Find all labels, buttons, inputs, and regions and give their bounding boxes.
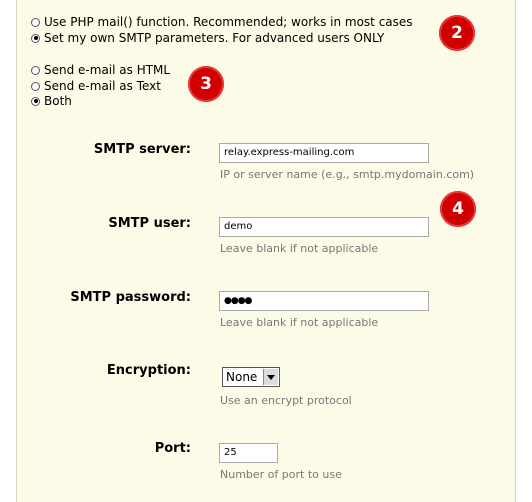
port-label: Port: xyxy=(154,441,191,456)
step-badge-2: 2 xyxy=(439,15,475,51)
php-mail-option[interactable]: Use PHP mail() function. Recommended; wo… xyxy=(31,14,413,30)
smtp-server-input[interactable]: relay.express-mailing.com xyxy=(219,143,429,163)
encryption-label: Encryption: xyxy=(106,363,191,378)
port-hint: Number of port to use xyxy=(220,468,342,481)
text-label: Send e-mail as Text xyxy=(44,79,161,93)
encryption-select[interactable]: None xyxy=(222,367,280,387)
php-mail-label: Use PHP mail() function. Recommended; wo… xyxy=(44,15,413,29)
chevron-down-icon[interactable] xyxy=(263,369,278,385)
both-radio[interactable] xyxy=(31,96,40,106)
smtp-label: Set my own SMTP parameters. For advanced… xyxy=(44,31,385,45)
html-option[interactable]: Send e-mail as HTML xyxy=(31,62,170,78)
smtp-option[interactable]: Set my own SMTP parameters. For advanced… xyxy=(31,30,384,46)
smtp-password-hint: Leave blank if not applicable xyxy=(220,316,379,329)
smtp-radio[interactable] xyxy=(31,33,40,43)
smtp-password-label: SMTP password: xyxy=(70,290,191,305)
html-label: Send e-mail as HTML xyxy=(44,63,171,77)
smtp-user-hint: Leave blank if not applicable xyxy=(220,242,379,255)
encryption-value: None xyxy=(226,370,258,384)
both-option[interactable]: Both xyxy=(31,93,72,109)
smtp-password-input[interactable]: ●●●● xyxy=(219,291,429,311)
encryption-hint: Use an encrypt protocol xyxy=(220,394,352,407)
html-radio[interactable] xyxy=(31,65,40,75)
text-radio[interactable] xyxy=(31,81,40,91)
smtp-server-hint: IP or server name (e.g., smtp.mydomain.c… xyxy=(220,168,475,181)
smtp-server-label: SMTP server: xyxy=(93,142,191,157)
step-badge-3: 3 xyxy=(188,66,224,102)
text-option[interactable]: Send e-mail as Text xyxy=(31,78,161,94)
port-input[interactable]: 25 xyxy=(219,443,278,463)
settings-panel: Use PHP mail() function. Recommended; wo… xyxy=(16,0,516,502)
step-badge-4: 4 xyxy=(440,191,476,227)
smtp-user-input[interactable]: demo xyxy=(219,217,429,237)
both-label: Both xyxy=(44,94,72,108)
smtp-user-label: SMTP user: xyxy=(108,216,191,231)
php-mail-radio[interactable] xyxy=(31,17,40,27)
